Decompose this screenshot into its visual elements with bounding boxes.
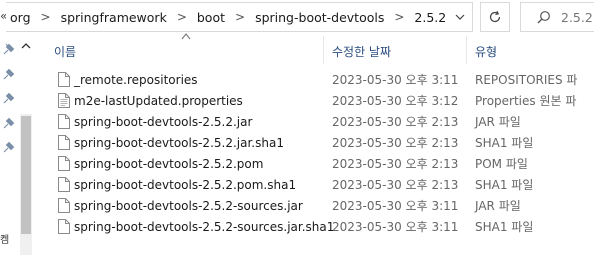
pin-icon[interactable] (2, 116, 16, 130)
file-name: spring-boot-devtools-2.5.2.pom (74, 156, 264, 171)
scroll-up-icon[interactable] (20, 41, 32, 51)
file-row[interactable]: spring-boot-devtools-2.5.2.jar 2023-05-3… (54, 111, 594, 132)
column-header-type[interactable]: 유형 (475, 43, 497, 60)
file-type: SHA1 파일 (475, 136, 534, 150)
breadcrumb-separator-icon[interactable]: > (229, 10, 251, 24)
file-name: spring-boot-devtools-2.5.2.jar (74, 114, 253, 129)
breadcrumb-springframework[interactable]: springframework (57, 10, 171, 25)
address-toolbar: « org > springframework > boot > spring-… (0, 0, 594, 34)
column-header-row: 이름 수정한 날짜 유형 (34, 33, 594, 64)
chevron-down-icon (455, 14, 465, 20)
nav-item-label[interactable]: 켐 (0, 231, 9, 246)
blank-file-icon (58, 114, 70, 129)
refresh-button[interactable] (480, 2, 510, 32)
search-input[interactable]: 2.5.2 (561, 10, 593, 25)
file-date: 2023-05-30 오후 3:12 (332, 94, 459, 108)
file-type: POM 파일 (475, 157, 528, 171)
blank-file-icon (58, 156, 70, 171)
file-row[interactable]: spring-boot-devtools-2.5.2.jar.sha1 2023… (54, 132, 594, 153)
blank-file-icon (58, 72, 70, 87)
pin-icon[interactable] (2, 42, 16, 56)
address-history-dropdown[interactable] (446, 2, 474, 32)
column-header-name[interactable]: 이름 (54, 43, 76, 60)
pin-icon[interactable] (2, 140, 16, 154)
file-row[interactable]: _remote.repositories 2023-05-30 오후 3:11 … (54, 69, 594, 90)
file-type: JAR 파일 (475, 199, 521, 213)
file-date: 2023-05-30 오후 2:13 (332, 115, 459, 129)
file-type: SHA1 파일 (475, 220, 534, 234)
breadcrumb-separator-icon[interactable]: > (171, 10, 193, 24)
search-box[interactable]: 2.5.2 (520, 2, 594, 32)
file-date: 2023-05-30 오후 2:13 (332, 178, 459, 192)
file-row[interactable]: spring-boot-devtools-2.5.2.pom.sha1 2023… (54, 174, 594, 195)
breadcrumb-separator-icon[interactable]: > (35, 10, 57, 24)
column-divider[interactable] (323, 36, 324, 64)
file-date: 2023-05-30 오후 3:11 (332, 199, 459, 213)
file-name: spring-boot-devtools-2.5.2-sources.jar.s… (74, 219, 335, 234)
file-type: Properties 원본 파 (475, 94, 577, 108)
file-name: m2e-lastUpdated.properties (74, 93, 243, 108)
address-bar[interactable]: org > springframework > boot > spring-bo… (6, 2, 473, 32)
blank-file-icon (58, 198, 70, 213)
blank-file-icon (58, 135, 70, 150)
file-type: SHA1 파일 (475, 178, 534, 192)
scrollbar-thumb[interactable] (21, 116, 31, 234)
file-row[interactable]: spring-boot-devtools-2.5.2-sources.jar 2… (54, 195, 594, 216)
file-type: JAR 파일 (475, 115, 521, 129)
file-date: 2023-05-30 오후 2:13 (332, 157, 459, 171)
breadcrumb-spring-boot-devtools[interactable]: spring-boot-devtools (251, 10, 388, 25)
file-name: spring-boot-devtools-2.5.2.jar.sha1 (74, 135, 284, 150)
column-header-date[interactable]: 수정한 날짜 (332, 43, 391, 60)
file-date: 2023-05-30 오후 3:11 (332, 220, 459, 234)
file-row[interactable]: spring-boot-devtools-2.5.2-sources.jar.s… (54, 216, 594, 237)
blank-file-icon (58, 219, 70, 234)
navigation-pane: 켐 (0, 34, 34, 255)
file-type: REPOSITORIES 파 (475, 73, 578, 87)
breadcrumb-separator-icon[interactable]: > (388, 10, 410, 24)
pin-icon[interactable] (2, 91, 16, 105)
search-icon (537, 11, 550, 24)
file-name: _remote.repositories (74, 72, 198, 87)
file-row[interactable]: spring-boot-devtools-2.5.2.pom 2023-05-3… (54, 153, 594, 174)
blank-file-icon (58, 177, 70, 192)
breadcrumb-org[interactable]: org (6, 10, 35, 25)
refresh-icon (489, 10, 501, 23)
breadcrumb-version[interactable]: 2.5.2 (410, 10, 450, 25)
file-name: spring-boot-devtools-2.5.2-sources.jar (74, 198, 303, 213)
sort-ascending-icon (181, 33, 191, 40)
file-date: 2023-05-30 오후 3:11 (332, 73, 459, 87)
pin-icon[interactable] (2, 67, 16, 81)
text-file-icon (58, 93, 70, 108)
breadcrumb-boot[interactable]: boot (193, 10, 229, 25)
file-row[interactable]: m2e-lastUpdated.properties 2023-05-30 오후… (54, 90, 594, 111)
column-divider[interactable] (466, 36, 467, 64)
file-date: 2023-05-30 오후 2:13 (332, 136, 459, 150)
file-name: spring-boot-devtools-2.5.2.pom.sha1 (74, 177, 297, 192)
